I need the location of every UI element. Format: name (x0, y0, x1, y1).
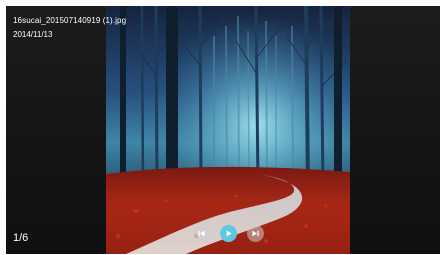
previous-button[interactable] (193, 225, 210, 242)
skip-next-icon (252, 230, 259, 237)
file-date: 2014/11/13 (13, 30, 53, 39)
next-button[interactable] (247, 225, 264, 242)
photo[interactable] (106, 6, 350, 254)
image-viewer: 16sucai_201507140919 (1).jpg 2014/11/13 … (6, 6, 440, 254)
right-panel (350, 6, 440, 254)
left-panel (6, 6, 106, 254)
skip-previous-icon (198, 230, 205, 237)
file-name: 16sucai_201507140919 (1).jpg (13, 16, 127, 25)
play-button[interactable] (220, 225, 237, 242)
page-counter: 1/6 (13, 232, 29, 244)
play-icon (226, 230, 232, 237)
